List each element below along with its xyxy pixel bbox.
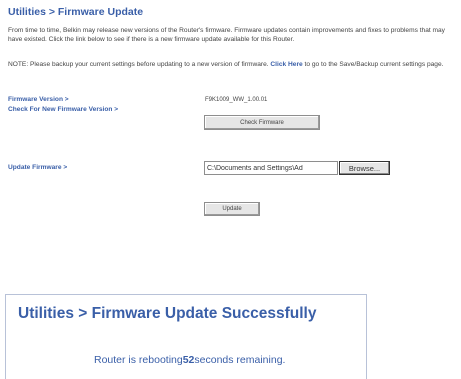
- reboot-suffix: seconds remaining.: [194, 354, 286, 366]
- browse-button[interactable]: Browse...: [339, 161, 390, 175]
- reboot-countdown: 52: [182, 354, 195, 366]
- update-firmware-label: Update Firmware >: [8, 164, 68, 171]
- firmware-update-page: Utilities > Firmware Update From time to…: [0, 0, 461, 260]
- firmware-file-path-input[interactable]: [204, 161, 338, 175]
- success-title: Utilities > Firmware Update Successfully: [18, 305, 317, 322]
- firmware-version-value: F9K1009_WW_1.00.01: [205, 97, 268, 103]
- backup-settings-link[interactable]: Click Here: [270, 61, 302, 68]
- reboot-prefix: Router is rebooting: [94, 354, 183, 366]
- note-prefix: NOTE: Please backup your current setting…: [8, 61, 271, 68]
- check-firmware-button[interactable]: Check Firmware: [204, 115, 320, 130]
- reboot-status: Router is rebooting52seconds remaining.: [94, 354, 285, 366]
- firmware-version-label: Firmware Version >: [8, 96, 69, 103]
- update-success-panel: Utilities > Firmware Update Successfully…: [5, 294, 367, 379]
- check-new-version-label: Check For New Firmware Version >: [8, 106, 119, 113]
- intro-text: From time to time, Belkin may release ne…: [8, 27, 445, 43]
- backup-note: NOTE: Please backup your current setting…: [8, 61, 456, 70]
- page-title: Utilities > Firmware Update: [8, 6, 144, 18]
- note-suffix: to go to the Save/Backup current setting…: [302, 61, 444, 68]
- update-button[interactable]: Update: [204, 202, 260, 216]
